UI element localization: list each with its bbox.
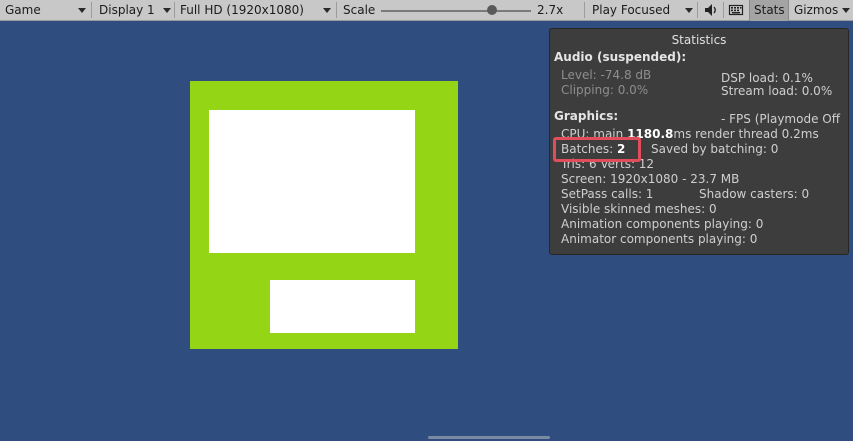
white-rectangle-small [270,280,415,333]
stream-load: Stream load: 0.0% [721,84,833,98]
stats-button-label: Stats [754,3,785,17]
toolbar-divider [584,2,585,18]
white-rectangle-large [209,110,415,253]
play-mode-dropdown[interactable]: Play Focused [592,0,670,20]
stats-toggle-button[interactable]: Stats [749,0,789,21]
keyboard-icon[interactable] [728,0,744,20]
toolbar-divider [697,2,698,18]
chevron-down-icon[interactable] [163,8,171,13]
fps-readout: - FPS (Playmode Off [721,112,840,126]
chevron-down-icon[interactable] [78,8,86,13]
scale-value: 2.7x [537,3,564,17]
shadow-casters: Shadow casters: 0 [699,187,810,201]
chevron-down-icon[interactable] [685,8,693,13]
game-view-toolbar: Game Display 1 Full HD (1920x1080) Scale… [0,0,853,21]
display-dropdown[interactable]: Display 1 [99,0,155,20]
toolbar-divider [91,2,92,18]
chevron-down-icon[interactable] [842,8,850,13]
screen-info: Screen: 1920x1080 - 23.7 MB [561,172,740,186]
gizmos-dropdown[interactable]: Gizmos [794,0,838,20]
saved-by-batching: Saved by batching: 0 [651,142,779,156]
animation-components: Animation components playing: 0 [561,217,764,231]
resolution-dropdown[interactable]: Full HD (1920x1080) [180,0,304,20]
graphics-heading: Graphics: [554,109,619,123]
scale-label: Scale [343,3,376,17]
audio-clipping: Clipping: 0.0% [561,83,649,97]
batches-highlight-box [553,137,641,162]
skinned-meshes: Visible skinned meshes: 0 [561,202,717,216]
toolbar-divider [336,2,337,18]
statistics-title: Statistics [671,33,727,47]
scale-slider-handle[interactable] [487,5,497,15]
statistics-panel: Statistics Audio (suspended): Level: -74… [549,28,849,255]
view-dropdown-label[interactable]: Game [5,0,41,20]
setpass-calls: SetPass calls: 1 [561,187,654,201]
toolbar-divider [723,2,724,18]
audio-heading: Audio (suspended): [554,50,687,64]
horizontal-scrollbar[interactable] [428,436,550,439]
toolbar-divider [174,2,175,18]
audio-level: Level: -74.8 dB [561,68,652,82]
speaker-icon[interactable] [703,0,719,20]
animator-components: Animator components playing: 0 [561,232,758,246]
scale-slider-track[interactable] [381,10,531,12]
cpu-suffix: ms render thread 0.2ms [673,127,819,141]
chevron-down-icon[interactable] [323,8,331,13]
